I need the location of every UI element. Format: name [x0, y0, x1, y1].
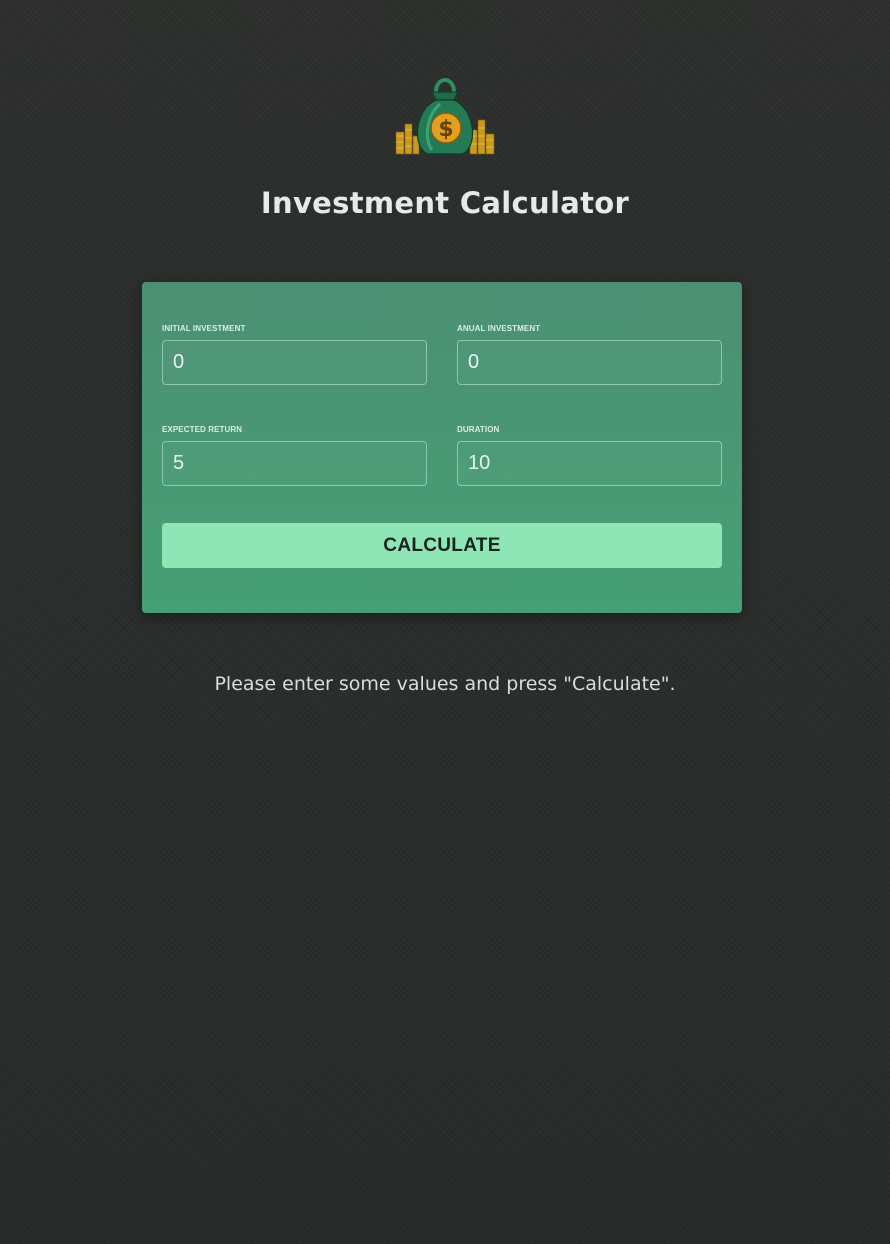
- annual-investment-label: Anual Investment: [457, 324, 541, 333]
- form-row-1: Initial Investment Anual Investment: [162, 322, 722, 385]
- initial-investment-field: Initial Investment: [162, 322, 427, 385]
- expected-return-field: Expected Return: [162, 423, 427, 486]
- app-header: $ Investment Calculator: [0, 70, 890, 220]
- expected-return-input[interactable]: [162, 441, 427, 486]
- form-row-2: Expected Return Duration: [162, 423, 722, 486]
- initial-investment-input[interactable]: [162, 340, 427, 385]
- calculator-form: Initial Investment Anual Investment Expe…: [142, 282, 742, 613]
- money-bag-icon: $: [395, 78, 495, 155]
- annual-investment-input[interactable]: [457, 340, 722, 385]
- duration-field: Duration: [457, 423, 722, 486]
- initial-investment-label: Initial Investment: [162, 324, 246, 333]
- expected-return-label: Expected Return: [162, 425, 243, 434]
- duration-label: Duration: [457, 425, 500, 434]
- annual-investment-field: Anual Investment: [457, 322, 722, 385]
- svg-text:$: $: [438, 117, 453, 142]
- calculate-button[interactable]: CALCULATE: [162, 523, 722, 568]
- duration-input[interactable]: [457, 441, 722, 486]
- page-title: Investment Calculator: [260, 186, 630, 220]
- status-message: Please enter some values and press "Calc…: [214, 673, 676, 695]
